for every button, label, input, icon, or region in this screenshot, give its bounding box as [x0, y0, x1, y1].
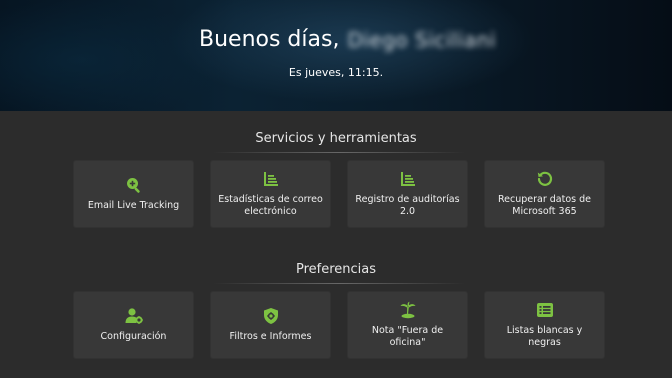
greeting-text: Buenos días, [199, 27, 340, 52]
card-allow-block-lists[interactable]: Listas blancas y negras [484, 291, 605, 359]
shield-gear-icon [263, 308, 278, 324]
card-label: Listas blancas y negras [506, 325, 583, 348]
section-title-preferences: Preferencias [295, 262, 377, 277]
card-label: Estadísticas de correo electrónico [218, 194, 323, 217]
search-plus-icon [126, 178, 140, 193]
card-recover-m365[interactable]: Recuperar datos de Microsoft 365 [484, 160, 605, 228]
user-name: Diego Siciliani [347, 27, 496, 52]
list-icon [536, 303, 553, 317]
card-filters-reports[interactable]: Filtros e Informes [210, 291, 331, 359]
section-divider [213, 283, 465, 284]
card-email-live-tracking[interactable]: Email Live Tracking [73, 160, 194, 228]
card-label: Registro de auditorías 2.0 [355, 194, 460, 217]
card-audit-log[interactable]: Registro de auditorías 2.0 [347, 160, 468, 228]
card-label: Filtros e Informes [229, 331, 312, 342]
card-email-statistics[interactable]: Estadísticas de correo electrónico [210, 160, 331, 228]
section-divider [213, 152, 465, 153]
card-out-of-office[interactable]: Nota "Fuera de oficina" [347, 291, 468, 359]
card-label: Configuración [100, 331, 167, 342]
section-title-services: Servicios y herramientas [255, 131, 417, 146]
greeting-heading: Buenos días, Diego Siciliani [199, 27, 496, 52]
card-label: Recuperar datos de Microsoft 365 [497, 194, 592, 217]
card-configuration[interactable]: Configuración [73, 291, 194, 359]
island-icon [400, 301, 415, 319]
date-time-text: Es jueves, 11:15. [288, 66, 384, 79]
chart-list-icon [263, 172, 278, 186]
card-label: Nota "Fuera de oficina" [371, 325, 444, 348]
header-banner: Buenos días, Diego Siciliani Es jueves, … [0, 0, 672, 111]
chart-list-icon [400, 172, 415, 186]
restore-icon [537, 171, 552, 186]
card-label: Email Live Tracking [87, 200, 180, 211]
user-gear-icon [125, 308, 143, 324]
